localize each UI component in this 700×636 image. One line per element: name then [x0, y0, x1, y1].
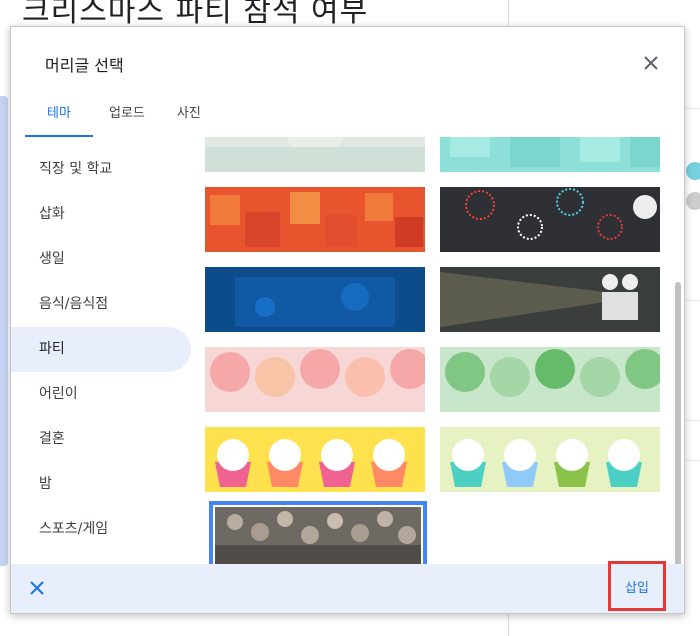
tab-upload[interactable]: 업로드	[93, 99, 161, 135]
category-item-food[interactable]: 음식/음식점	[11, 282, 191, 327]
theme-thumbnail[interactable]	[440, 187, 660, 252]
header-picker-dialog: 머리글 선택 테마 업로드 사진 직장 및 학교 삽화 생일 음식/음식점 파티…	[10, 26, 685, 614]
cancel-button[interactable]	[25, 576, 49, 600]
theme-color-dot[interactable]	[686, 162, 700, 180]
category-item-night[interactable]: 밤	[11, 462, 191, 507]
tab-photos[interactable]: 사진	[161, 99, 217, 135]
theme-thumbnail[interactable]	[440, 347, 660, 412]
theme-thumbnail[interactable]	[205, 427, 425, 492]
category-item-kids[interactable]: 어린이	[11, 372, 191, 417]
category-item-sports-games[interactable]: 스포츠/게임	[11, 507, 191, 552]
dialog-title: 머리글 선택	[45, 56, 124, 75]
theme-thumbnail[interactable]	[205, 187, 425, 252]
close-icon	[644, 56, 658, 70]
insert-button[interactable]: 삽입	[608, 561, 666, 611]
theme-thumbnail-grid	[205, 137, 660, 565]
theme-color-dot[interactable]	[686, 192, 700, 210]
theme-thumbnail[interactable]	[440, 427, 660, 492]
theme-thumbnail[interactable]	[440, 137, 660, 172]
category-item-birthday[interactable]: 생일	[11, 237, 191, 282]
theme-thumbnail[interactable]	[205, 347, 425, 412]
theme-thumbnail[interactable]	[205, 267, 425, 332]
dialog-footer: 삽입	[11, 561, 684, 613]
category-item-work-school[interactable]: 직장 및 학교	[11, 147, 191, 192]
theme-thumbnail[interactable]	[205, 137, 425, 172]
background-left-accent	[0, 96, 8, 566]
category-item-wedding[interactable]: 결혼	[11, 417, 191, 462]
tab-theme[interactable]: 테마	[25, 99, 93, 137]
close-button[interactable]	[637, 49, 665, 77]
grid-scrollbar[interactable]	[675, 282, 681, 572]
category-list: 직장 및 학교 삽화 생일 음식/음식점 파티 어린이 결혼 밤 스포츠/게임	[11, 147, 191, 567]
theme-thumbnail[interactable]	[440, 267, 660, 332]
tab-bar: 테마 업로드 사진	[25, 99, 217, 137]
close-icon	[30, 581, 44, 595]
category-item-illustration[interactable]: 삽화	[11, 192, 191, 237]
theme-thumbnail-selected[interactable]	[209, 501, 427, 565]
category-item-party[interactable]: 파티	[11, 327, 191, 372]
